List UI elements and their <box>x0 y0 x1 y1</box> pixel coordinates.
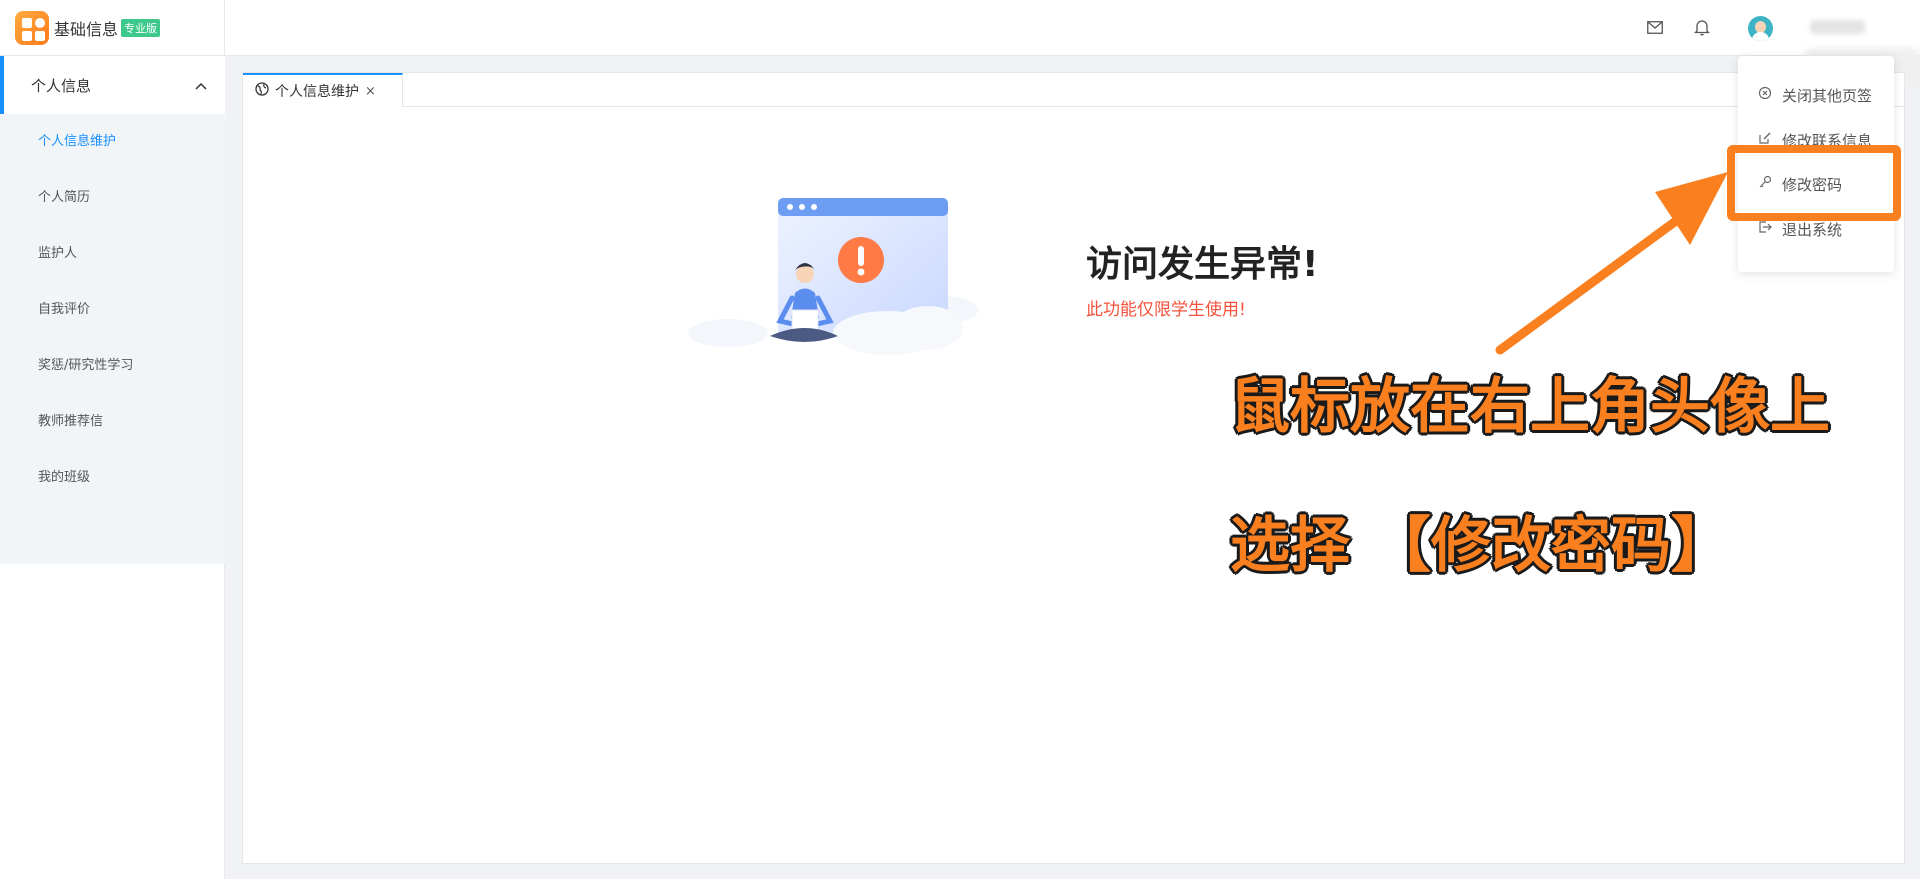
close-circle-icon <box>1758 86 1772 104</box>
grid-logo-icon <box>15 11 49 45</box>
tab-info-maintenance[interactable]: 个人信息维护 × <box>243 73 403 107</box>
mail-icon[interactable] <box>1645 17 1665 37</box>
annotation-highlight-box <box>1727 145 1901 221</box>
sidebar-item-resume[interactable]: 个人简历 <box>0 170 225 226</box>
sidebar-item-self-evaluation[interactable]: 自我评价 <box>0 282 225 338</box>
sidebar-item-info-maintenance[interactable]: 个人信息维护 <box>0 114 225 170</box>
top-header: 基础信息 专业版 <box>0 0 1920 56</box>
tab-label: 个人信息维护 <box>275 84 359 100</box>
sidebar: 个人信息 个人信息维护 个人简历 监护人 自我评价 奖惩/研究性学习 教师推荐信… <box>0 56 225 879</box>
menu-item-close-other-tabs[interactable]: 关闭其他页签 <box>1738 74 1894 116</box>
menu-item-label: 关闭其他页签 <box>1782 86 1873 105</box>
annotation-text-line1: 鼠标放在右上角头像上 <box>1230 372 1830 442</box>
sidebar-item-guardian[interactable]: 监护人 <box>0 226 225 282</box>
sidebar-item-teacher-recommendation[interactable]: 教师推荐信 <box>0 394 225 450</box>
annotation-text-line2: 选择 【修改密码】 <box>1230 511 1731 581</box>
error-message: 此功能仅限学生使用! <box>1086 300 1246 320</box>
bell-icon[interactable] <box>1692 17 1712 37</box>
app-title: 基础信息 <box>54 20 119 39</box>
sidebar-item-rewards-research[interactable]: 奖惩/研究性学习 <box>0 338 225 394</box>
edition-badge: 专业版 <box>121 19 161 37</box>
logo-area[interactable]: 基础信息 专业版 <box>0 0 225 56</box>
menu-item-label: 退出系统 <box>1782 220 1843 239</box>
main-content: 个人信息维护 × 访问发生异常! 此功能仅限学生使用! <box>242 72 1905 864</box>
avatar-icon[interactable] <box>1748 16 1773 41</box>
sidebar-item-my-class[interactable]: 我的班级 <box>0 450 225 506</box>
chevron-up-icon <box>195 76 207 94</box>
username-blurred[interactable] <box>1810 20 1865 34</box>
tab-bar: 个人信息维护 × <box>243 73 1904 107</box>
sidebar-group-label: 个人信息 <box>31 76 92 95</box>
sidebar-submenu: 个人信息维护 个人简历 监护人 自我评价 奖惩/研究性学习 教师推荐信 我的班级 <box>0 114 225 564</box>
sidebar-group-personal-info[interactable]: 个人信息 <box>0 56 225 114</box>
logout-icon <box>1758 220 1772 238</box>
error-title: 访问发生异常! <box>1086 244 1319 285</box>
close-icon[interactable]: × <box>365 84 376 99</box>
error-illustration <box>688 198 978 355</box>
globe-icon <box>255 82 269 100</box>
